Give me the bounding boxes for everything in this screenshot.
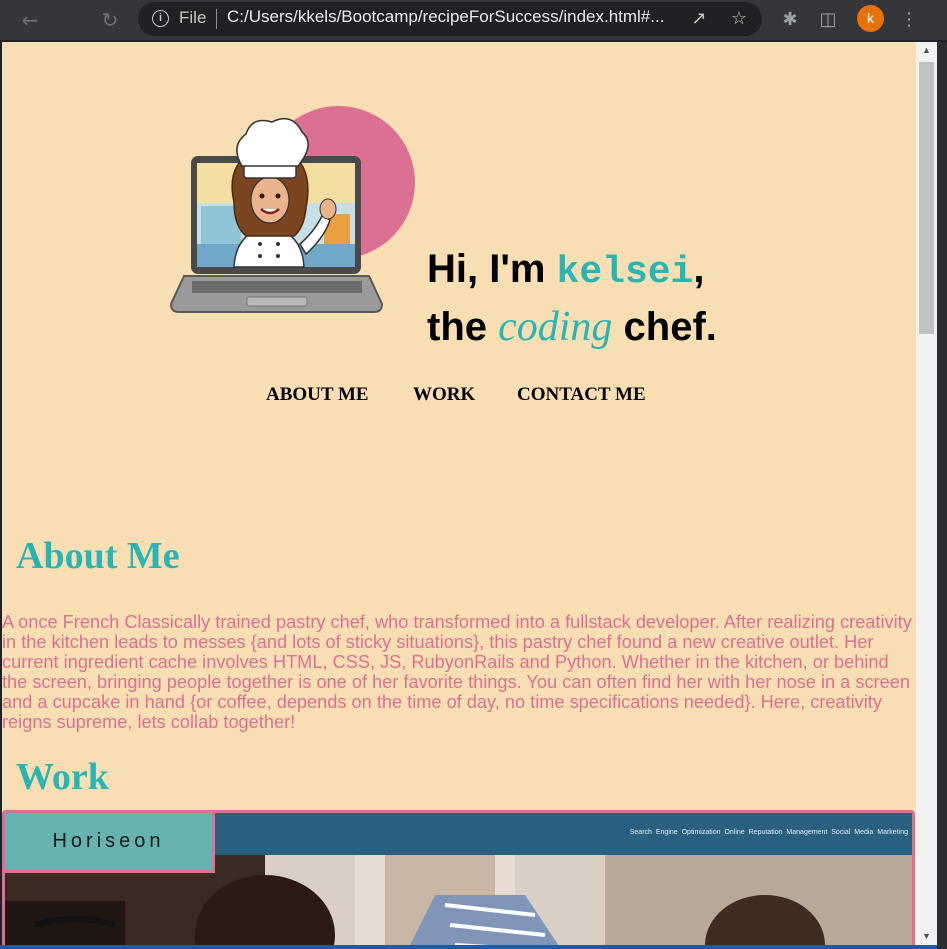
chef-laptop-illustration: [169, 117, 384, 313]
reload-icon[interactable]: ↻: [98, 8, 122, 32]
nav-work[interactable]: WORK: [413, 384, 475, 406]
hero-line1-prefix: Hi, I'm: [427, 247, 557, 291]
window-edge: [937, 42, 947, 949]
about-text: A once French Classically trained pastry…: [2, 612, 912, 732]
hero-line-2: the coding chef.: [427, 300, 717, 355]
work-label-horiseon[interactable]: Horiseon: [5, 813, 215, 873]
hero-name: kelsei: [556, 251, 694, 294]
star-icon[interactable]: ☆: [728, 8, 750, 30]
separator: [216, 9, 217, 29]
extensions-icon[interactable]: ✱: [778, 8, 802, 32]
hero-line2-prefix: the: [427, 305, 499, 349]
back-icon[interactable]: ←: [18, 8, 42, 32]
work-heading: Work: [16, 756, 109, 798]
hero-line1-suffix: ,: [693, 247, 705, 291]
profile-avatar[interactable]: k: [857, 5, 884, 32]
address-bar[interactable]: i File C:/Users/kkels/Bootcamp/recipeFor…: [138, 2, 762, 36]
browser-toolbar: ← ↻ i File C:/Users/kkels/Bootcamp/recip…: [0, 0, 947, 40]
status-edge: [0, 945, 937, 949]
work-card-horiseon[interactable]: Search Engine Optimization Online Reputa…: [2, 810, 915, 945]
hero-title: Hi, I'm kelsei, the coding chef.: [427, 242, 717, 355]
scroll-thumb[interactable]: [919, 62, 934, 334]
share-icon[interactable]: ↗: [688, 8, 710, 30]
sidebar-icon[interactable]: ◫: [816, 8, 840, 32]
about-heading: About Me: [16, 535, 180, 577]
menu-icon[interactable]: ⋮: [897, 8, 921, 32]
page-viewport: Hi, I'm kelsei, the coding chef. ABOUT M…: [2, 42, 916, 945]
nav-about-me[interactable]: ABOUT ME: [266, 384, 369, 406]
hero-line-1: Hi, I'm kelsei,: [427, 242, 717, 300]
info-icon[interactable]: i: [152, 10, 169, 27]
page-scrollbar[interactable]: ▲ ▼: [916, 42, 937, 945]
work-preview-links: Search Engine Optimization Online Reputa…: [629, 829, 908, 836]
url-text[interactable]: C:/Users/kkels/Bootcamp/recipeForSuccess…: [227, 7, 664, 27]
file-label: File: [179, 8, 207, 27]
hero-coding: coding: [498, 304, 613, 350]
scroll-down-icon[interactable]: ▼: [916, 928, 937, 945]
scroll-up-icon[interactable]: ▲: [916, 42, 937, 59]
hero-line2-suffix: chef.: [612, 305, 717, 349]
nav-contact-me[interactable]: CONTACT ME: [517, 384, 646, 406]
